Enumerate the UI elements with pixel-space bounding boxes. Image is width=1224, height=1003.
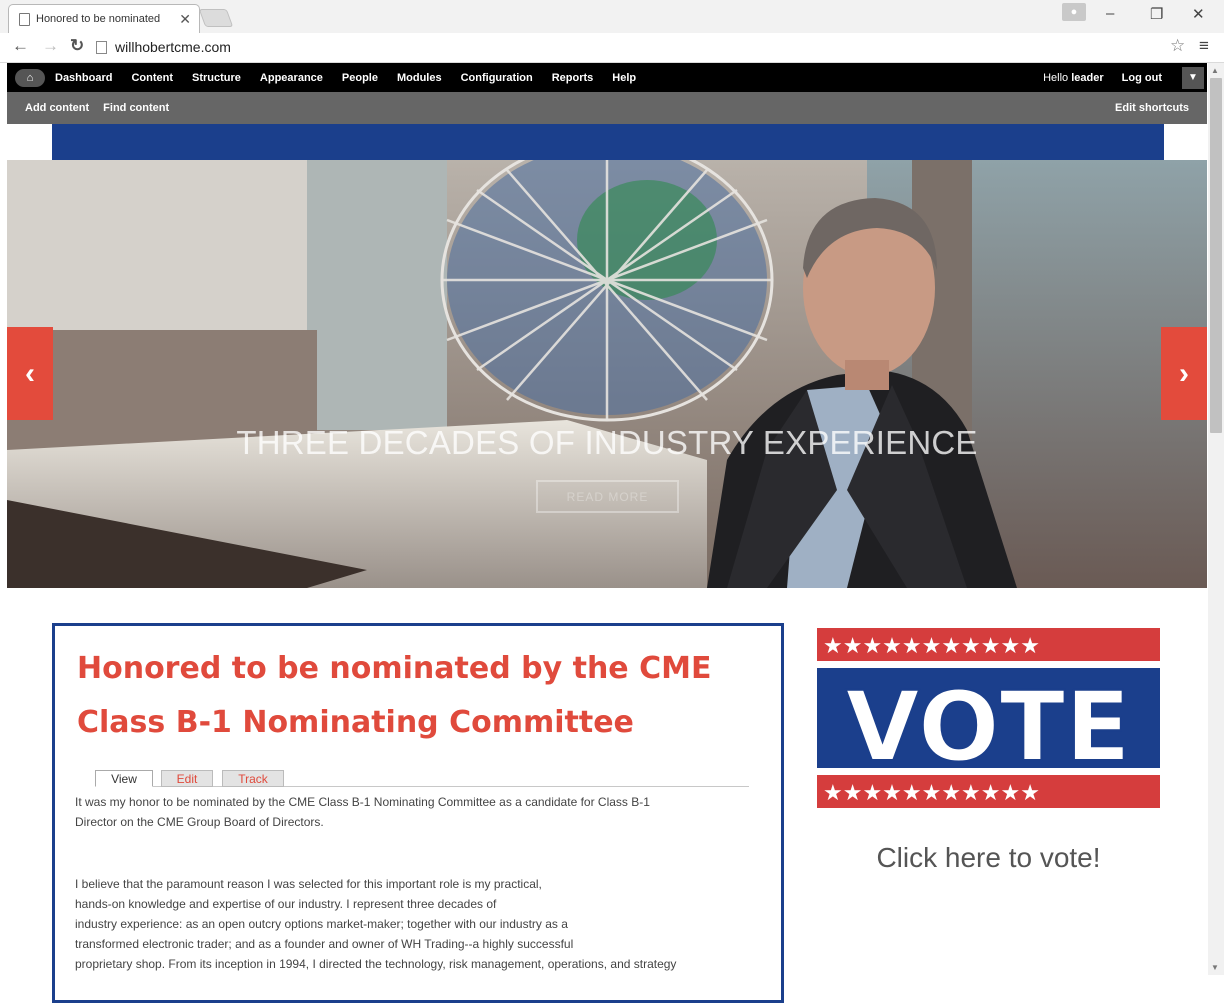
admin-menu-people[interactable]: People xyxy=(342,72,378,84)
slider-next-button[interactable]: › xyxy=(1161,327,1207,420)
browser-tab-strip: Honored to be nominated ✕ ● – ❐ ✕ xyxy=(0,0,1224,33)
admin-menu-help[interactable]: Help xyxy=(612,72,636,84)
svg-text:★★★★★★★★★★★: ★★★★★★★★★★★ xyxy=(823,634,1040,659)
admin-menu-structure[interactable]: Structure xyxy=(192,72,241,84)
url-input[interactable]: willhobertcme.com xyxy=(96,36,1192,58)
chevron-right-icon: › xyxy=(1179,356,1189,390)
svg-text:★★★★★★★★★★★: ★★★★★★★★★★★ xyxy=(823,781,1040,806)
username[interactable]: leader xyxy=(1071,72,1103,84)
body-line: I believe that the paramount reason I wa… xyxy=(75,877,542,891)
tab-edit[interactable]: Edit xyxy=(161,770,213,787)
admin-menu-content[interactable]: Content xyxy=(131,72,173,84)
vote-graphic: ★★★★★★★★★★★ ★★★★★★★★★★★ VOTE xyxy=(817,628,1160,808)
reload-icon[interactable]: ↻ xyxy=(70,36,84,56)
admin-menu-configuration[interactable]: Configuration xyxy=(461,72,533,84)
browser-tab[interactable]: Honored to be nominated ✕ xyxy=(8,4,200,33)
minimize-icon[interactable]: – xyxy=(1106,5,1114,22)
admin-menu-appearance[interactable]: Appearance xyxy=(260,72,323,84)
body-line: industry experience: as an open outcry o… xyxy=(75,917,568,931)
hero-caption: THREE DECADES OF INDUSTRY EXPERIENCE xyxy=(236,424,978,461)
home-icon[interactable]: ⌂ xyxy=(15,68,45,87)
body-line: hands-on knowledge and expertise of our … xyxy=(75,897,497,911)
stars-top: ★★★★★★★★★★★ xyxy=(823,634,1040,659)
shortcut-add-content[interactable]: Add content xyxy=(25,102,89,114)
scrollbar-thumb[interactable] xyxy=(1210,78,1222,433)
chevron-left-icon: ‹ xyxy=(25,356,35,390)
hello-user: Hello leader xyxy=(1043,71,1104,84)
tab-view[interactable]: View xyxy=(95,770,153,787)
url-text: willhobertcme.com xyxy=(115,39,231,55)
admin-menu-dashboard[interactable]: Dashboard xyxy=(55,72,112,84)
vote-banner[interactable]: ★★★★★★★★★★★ ★★★★★★★★★★★ VOTE xyxy=(817,628,1160,808)
tab-title: Honored to be nominated xyxy=(36,13,161,25)
scroll-up-icon[interactable]: ▲ xyxy=(1211,66,1219,75)
logout-link[interactable]: Log out xyxy=(1122,72,1162,84)
address-bar: ← → ↻ willhobertcme.com ☆ ≡ xyxy=(0,33,1224,63)
forward-arrow-icon[interactable]: → xyxy=(42,36,59,56)
admin-menu-bar: ⌂ Dashboard Content Structure Appearance… xyxy=(7,63,1207,92)
scroll-down-icon[interactable]: ▼ xyxy=(1211,963,1219,972)
bookmark-star-icon[interactable]: ☆ xyxy=(1170,36,1185,56)
shortcut-bar: Add content Find content Edit shortcuts xyxy=(7,92,1207,124)
hero-image xyxy=(7,160,1207,588)
read-more-button[interactable]: READ MORE xyxy=(536,480,679,513)
node-content: Honored to be nominated by the CME Class… xyxy=(52,623,784,1003)
page-icon xyxy=(96,40,107,54)
admin-user-area: Hello leader Log out ▼ xyxy=(1043,66,1207,89)
body-paragraph-2: I believe that the paramount reason I wa… xyxy=(75,874,765,974)
back-arrow-icon[interactable]: ← xyxy=(12,36,29,56)
close-tab-icon[interactable]: ✕ xyxy=(179,11,191,28)
vote-link[interactable]: Click here to vote! xyxy=(817,842,1160,874)
admin-menu-modules[interactable]: Modules xyxy=(397,72,442,84)
new-tab-button[interactable] xyxy=(198,9,234,27)
admin-menu-reports[interactable]: Reports xyxy=(552,72,594,84)
page-title: Honored to be nominated by the CME Class… xyxy=(77,651,712,740)
user-profile-icon[interactable]: ● xyxy=(1062,3,1086,21)
page-icon xyxy=(19,12,30,26)
hero-slider: THREE DECADES OF INDUSTRY EXPERIENCE REA… xyxy=(7,160,1207,588)
body-line: transformed electronic trader; and as a … xyxy=(75,937,574,951)
body-line: proprietary shop. From its inception in … xyxy=(75,957,677,971)
tab-track[interactable]: Track xyxy=(222,770,284,787)
header-banner xyxy=(52,124,1164,160)
vote-wordmark: VOTE xyxy=(845,671,1130,783)
maximize-icon[interactable]: ❐ xyxy=(1150,5,1163,23)
chevron-down-icon[interactable]: ▼ xyxy=(1182,66,1204,89)
shortcut-find-content[interactable]: Find content xyxy=(103,102,169,114)
slider-prev-button[interactable]: ‹ xyxy=(7,327,53,420)
body-line: Director on the CME Group Board of Direc… xyxy=(75,815,324,829)
stars-bottom: ★★★★★★★★★★★ xyxy=(823,781,1040,806)
body-paragraph-1: It was my honor to be nominated by the C… xyxy=(75,792,765,832)
body-line: It was my honor to be nominated by the C… xyxy=(75,795,650,809)
edit-shortcuts-link[interactable]: Edit shortcuts xyxy=(1115,102,1189,114)
close-window-icon[interactable]: ✕ xyxy=(1192,5,1205,23)
browser-menu-icon[interactable]: ≡ xyxy=(1199,36,1209,56)
